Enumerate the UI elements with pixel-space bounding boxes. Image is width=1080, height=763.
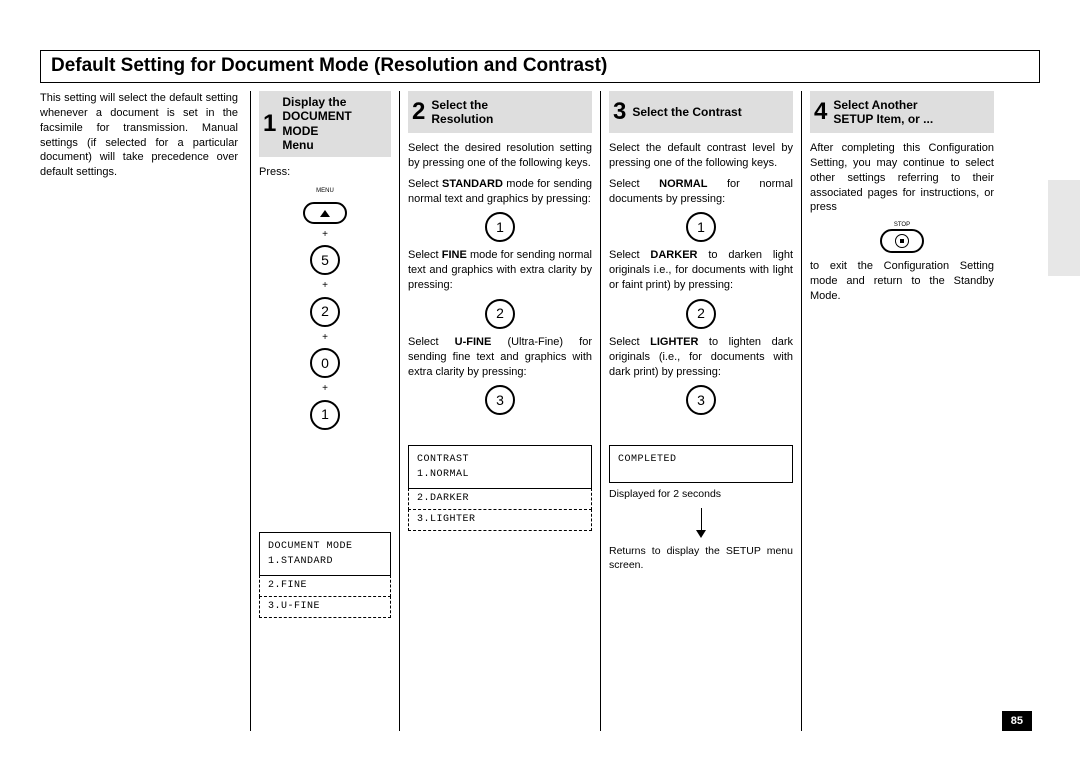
step-num-1: 1	[263, 112, 276, 136]
step3-p3: Select DARKER to darken light originals …	[609, 248, 793, 293]
key-3: 3	[485, 385, 515, 415]
step-title-2: Select the Resolution	[431, 98, 493, 127]
key-3: 3	[686, 385, 716, 415]
key-2: 2	[485, 299, 515, 329]
lcd-display-2: CONTRAST 1.NORMAL	[408, 445, 592, 489]
page-title: Default Setting for Document Mode (Resol…	[51, 55, 607, 76]
key-1: 1	[686, 212, 716, 242]
step2-p3: Select FINE mode for sending normal text…	[408, 248, 592, 293]
intro-text: This setting will select the default set…	[40, 91, 238, 180]
lcd-dash-line: 2.DARKER	[408, 488, 592, 510]
arrow-down-icon	[609, 508, 793, 538]
step-2: 2 Select the Resolution Select the desir…	[400, 91, 600, 731]
side-tab	[1048, 180, 1080, 276]
key-2: 2	[686, 299, 716, 329]
step2-p2: Select STANDARD mode for sending normal …	[408, 177, 592, 207]
page-number: 85	[1002, 711, 1032, 731]
step2-p1: Select the desired resolution setting by…	[408, 141, 592, 171]
key-0: 0	[310, 348, 340, 378]
menu-key-icon	[303, 202, 347, 224]
page-title-box: Default Setting for Document Mode (Resol…	[40, 50, 1040, 83]
lcd-line: CONTRAST	[417, 452, 583, 467]
plus-icon: +	[322, 279, 328, 293]
step-title-3: Select the Contrast	[632, 105, 741, 119]
step-num-4: 4	[814, 100, 827, 124]
lcd-line: DOCUMENT MODE	[268, 539, 382, 554]
lcd-dash-line: 3.U-FINE	[259, 596, 391, 618]
step-num-2: 2	[412, 100, 425, 124]
step-4: 4 Select Another SETUP Item, or ... Afte…	[802, 91, 1002, 731]
key-sequence: MENU + 5 + 2 + 0 + 1	[259, 187, 391, 429]
plus-icon: +	[322, 382, 328, 396]
step3-p1: Select the default contrast level by pre…	[609, 141, 793, 171]
step-head-4: 4 Select Another SETUP Item, or ...	[810, 91, 994, 133]
plus-icon: +	[322, 228, 328, 242]
stop-key-icon	[880, 229, 924, 253]
step-head-2: 2 Select the Resolution	[408, 91, 592, 133]
press-label: Press:	[259, 165, 391, 180]
plus-icon: +	[322, 331, 328, 345]
lcd-display-3: COMPLETED	[609, 445, 793, 483]
stop-key-label: STOP	[810, 221, 994, 229]
step-head-3: 3 Select the Contrast	[609, 91, 793, 133]
lcd-line: 1.STANDARD	[268, 554, 382, 569]
display-note: Displayed for 2 seconds	[609, 487, 793, 501]
step4-p2: to exit the Configuration Setting mode a…	[810, 259, 994, 304]
step-title-4: Select Another SETUP Item, or ...	[833, 98, 933, 127]
key-2: 2	[310, 297, 340, 327]
key-1: 1	[310, 400, 340, 430]
step-3: 3 Select the Contrast Select the default…	[601, 91, 801, 731]
step-1: 1 Display the DOCUMENT MODE Menu Press: …	[251, 91, 399, 731]
step-num-3: 3	[613, 100, 626, 124]
key-1: 1	[485, 212, 515, 242]
step3-p4: Select LIGHTER to lighten dark originals…	[609, 335, 793, 380]
returns-text: Returns to display the SETUP menu screen…	[609, 544, 793, 572]
lcd-dash-line: 2.FINE	[259, 575, 391, 597]
lcd-display-1: DOCUMENT MODE 1.STANDARD	[259, 532, 391, 576]
step-title-1: Display the DOCUMENT MODE Menu	[282, 95, 385, 153]
menu-key-label: MENU	[316, 187, 334, 195]
intro-column: This setting will select the default set…	[40, 91, 250, 731]
lcd-line: 1.NORMAL	[417, 467, 583, 482]
step2-p4: Select U-FINE (Ultra-Fine) for sending f…	[408, 335, 592, 380]
key-5: 5	[310, 245, 340, 275]
lcd-dash-line: 3.LIGHTER	[408, 509, 592, 531]
lcd-line: COMPLETED	[618, 452, 784, 467]
step-head-1: 1 Display the DOCUMENT MODE Menu	[259, 91, 391, 157]
step3-p2: Select NORMAL for normal documents by pr…	[609, 177, 793, 207]
step4-p1: After completing this Configuration Sett…	[810, 141, 994, 215]
